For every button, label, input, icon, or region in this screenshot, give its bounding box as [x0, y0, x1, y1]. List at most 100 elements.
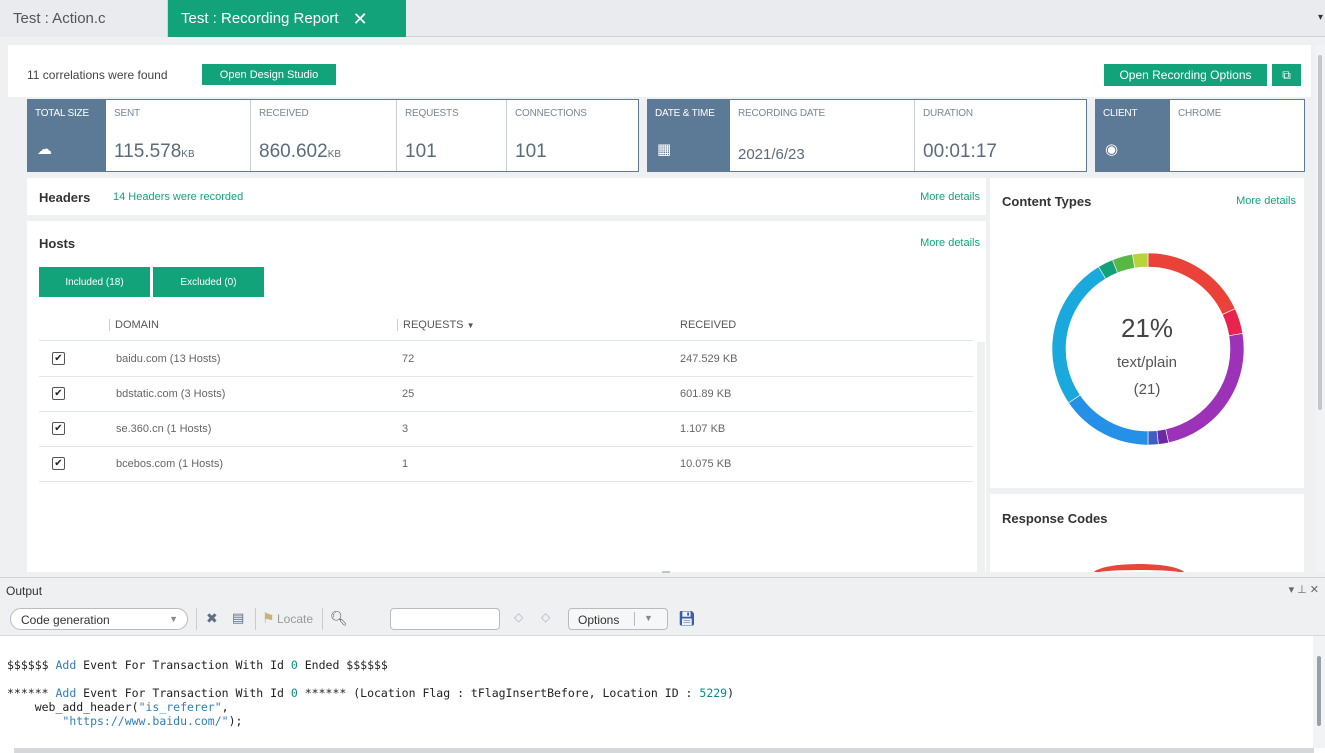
table-row[interactable]: ✔ baidu.com (13 Hosts) 72 247.529 KB: [39, 342, 973, 377]
response-codes-title: Response Codes: [1002, 511, 1108, 526]
external-link-icon[interactable]: ⧉: [1272, 64, 1301, 86]
domain-column-header[interactable]: DOMAIN: [109, 319, 159, 331]
domain-cell: baidu.com (13 Hosts): [116, 353, 221, 365]
client-stats: CLIENT ◉ CHROME: [1095, 99, 1305, 172]
size-stats: TOTAL SIZE ☁ SENT 115.578KB RECEIVED 860…: [27, 99, 639, 172]
table-row[interactable]: ✔ bdstatic.com (3 Hosts) 25 601.89 KB: [39, 377, 973, 412]
previous-arrow-icon[interactable]: ◇: [514, 610, 523, 624]
donut-slice[interactable]: [1132, 252, 1149, 269]
output-vertical-scrollbar[interactable]: [1313, 636, 1325, 748]
received-cell: 1.107 KB: [680, 423, 726, 435]
requests-cell: 25: [402, 388, 415, 400]
cloud-upload-icon: ☁: [37, 141, 52, 158]
total-size-header: TOTAL SIZE ☁: [28, 100, 106, 171]
tab-action-c[interactable]: Test : Action.c: [0, 0, 168, 37]
hosts-panel: Hosts More details Included (18) Exclude…: [27, 221, 986, 572]
calendar-clock-icon: ▦: [657, 141, 672, 158]
row-checkbox[interactable]: ✔: [52, 422, 65, 435]
open-design-studio-button[interactable]: Open Design Studio: [202, 64, 336, 85]
response-codes-panel: Response Codes: [990, 494, 1304, 572]
pane-controls-icon[interactable]: ▾ ⊥ ✕: [1289, 583, 1319, 596]
code-line: $$$$$$ Add Event For Transaction With Id…: [7, 658, 388, 672]
output-pane: Output ▾ ⊥ ✕ Code generation ▼ ✖ ▤ ⚑ Loc…: [0, 577, 1325, 753]
requests-cell: 1: [402, 458, 409, 470]
client-name-label: CHROME: [1178, 108, 1222, 119]
report-summary-bar: 11 correlations were found Open Design S…: [8, 45, 1311, 97]
output-title: Output: [6, 584, 43, 598]
domain-cell: se.360.cn (1 Hosts): [116, 423, 212, 435]
table-row[interactable]: ✔ bcebos.com (1 Hosts) 1 10.075 KB: [39, 447, 973, 482]
total-size-label: TOTAL SIZE: [35, 108, 89, 119]
requests-label: REQUESTS: [405, 108, 459, 119]
tab-label: Test : Recording Report: [181, 10, 339, 27]
options-label: Options: [578, 613, 620, 627]
table-row[interactable]: ✔ se.360.cn (1 Hosts) 3 1.107 KB: [39, 412, 973, 447]
toolbar-divider: [255, 608, 256, 630]
output-scrollbar-thumb[interactable]: [1317, 656, 1321, 726]
donut-center-percent: 21%: [1120, 313, 1174, 343]
save-icon[interactable]: 💾︎: [678, 610, 696, 627]
donut-center-label: text/plain: [1116, 354, 1178, 371]
sort-descending-icon: ▼: [466, 321, 475, 330]
hosts-scrollbar[interactable]: [977, 342, 985, 572]
connections-stat: CONNECTIONS 101: [506, 100, 638, 171]
tab-list-menu-icon[interactable]: ▾: [1318, 12, 1323, 23]
output-source-select[interactable]: Code generation ▼: [10, 608, 188, 630]
report-scrollbar-thumb[interactable]: [1318, 55, 1322, 410]
date-stats: DATE & TIME ▦ RECORDING DATE 2021/6/23 D…: [647, 99, 1087, 172]
received-column-header[interactable]: RECEIVED: [680, 319, 736, 331]
open-recording-options-button[interactable]: Open Recording Options: [1104, 64, 1267, 86]
code-line: ****** Add Event For Transaction With Id…: [7, 686, 735, 700]
received-cell: 10.075 KB: [680, 458, 732, 470]
next-arrow-icon[interactable]: ◇: [541, 610, 550, 624]
clear-icon[interactable]: ✖: [206, 610, 218, 627]
tab-recording-report[interactable]: Test : Recording Report ✕: [168, 0, 406, 37]
content-types-more-details-link[interactable]: More details: [1236, 195, 1296, 207]
sent-stat: SENT 115.578KB: [106, 100, 250, 171]
included-filter-button[interactable]: Included (18): [39, 267, 150, 297]
search-icon[interactable]: 🔍︎: [330, 610, 348, 627]
donut-slice[interactable]: [1147, 252, 1236, 315]
word-wrap-icon[interactable]: ▤: [232, 610, 244, 626]
date-time-label: DATE & TIME: [655, 108, 715, 119]
donut-center-count: (21): [1133, 381, 1161, 398]
output-title-bar: Output ▾ ⊥ ✕: [0, 578, 1325, 602]
donut-slice[interactable]: [1147, 430, 1159, 446]
toolbar-divider: [196, 608, 197, 630]
correlations-text: 11 correlations were found: [27, 68, 168, 82]
received-label: RECEIVED: [259, 108, 309, 119]
duration-stat: DURATION 00:01:17: [914, 100, 1086, 171]
excluded-filter-button[interactable]: Excluded (0): [153, 267, 264, 297]
received-cell: 247.529 KB: [680, 353, 738, 365]
content-types-donut-chart: [1051, 252, 1245, 446]
close-icon[interactable]: ✕: [353, 10, 368, 28]
headers-title: Headers: [39, 190, 91, 205]
content-types-title: Content Types: [1002, 194, 1092, 209]
pane-splitter-handle[interactable]: [662, 571, 670, 573]
locate-button[interactable]: Locate: [277, 612, 313, 626]
output-search-input[interactable]: [390, 608, 500, 630]
donut-slice[interactable]: [1068, 394, 1149, 446]
report-scrollbar[interactable]: [1316, 45, 1325, 572]
hosts-more-details-link[interactable]: More details: [920, 237, 980, 249]
hosts-table-header: DOMAIN REQUESTS ▼ RECEIVED: [39, 310, 973, 341]
requests-column-header[interactable]: REQUESTS ▼: [397, 319, 475, 331]
connections-label: CONNECTIONS: [515, 108, 587, 119]
received-cell: 601.89 KB: [680, 388, 732, 400]
sent-value: 115.578KB: [114, 141, 195, 162]
row-checkbox[interactable]: ✔: [52, 457, 65, 470]
options-dropdown-button[interactable]: Options ▼: [568, 608, 668, 630]
row-checkbox[interactable]: ✔: [52, 352, 65, 365]
headers-more-details-link[interactable]: More details: [920, 191, 980, 203]
chevron-down-icon: ▼: [644, 613, 653, 623]
recording-date-stat: RECORDING DATE 2021/6/23: [730, 100, 914, 171]
output-source-value: Code generation: [21, 613, 110, 627]
chevron-down-icon: ▼: [169, 614, 178, 624]
hosts-title: Hosts: [39, 236, 76, 251]
headers-panel: Headers 14 Headers were recorded More de…: [27, 178, 986, 215]
output-horizontal-scrollbar[interactable]: [14, 748, 1314, 753]
chrome-icon: ◉: [1105, 141, 1119, 158]
requests-cell: 72: [402, 353, 415, 365]
row-checkbox[interactable]: ✔: [52, 387, 65, 400]
tab-bar: Test : Action.c Test : Recording Report …: [0, 0, 1325, 37]
